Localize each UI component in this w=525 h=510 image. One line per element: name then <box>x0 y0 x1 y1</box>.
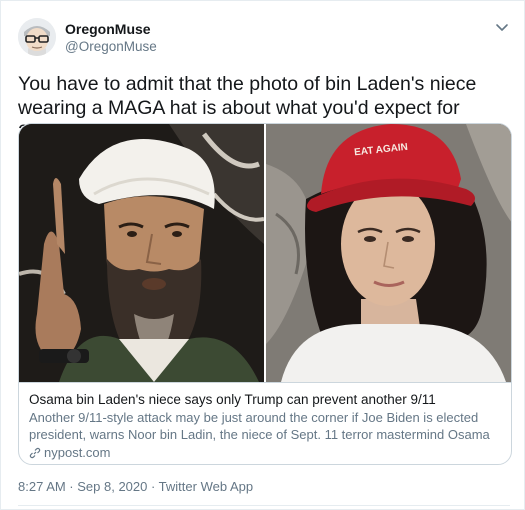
photo-woman-red-hat: EAT AGAIN <box>266 124 511 382</box>
card-info[interactable]: Osama bin Laden's niece says only Trump … <box>19 382 511 464</box>
link-icon <box>29 447 41 458</box>
user-handle[interactable]: @OregonMuse <box>65 39 157 54</box>
tweet-timestamp[interactable]: 8:27 AM · Sep 8, 2020 · Twitter Web App <box>18 479 253 494</box>
divider <box>18 505 510 506</box>
card-description: Another 9/11-style attack may be just ar… <box>29 410 490 442</box>
card-media[interactable]: EAT AGAIN <box>19 124 511 382</box>
avatar-image <box>18 18 56 56</box>
link-card[interactable]: EAT AGAIN Osama bin Laden's niece says o… <box>18 123 512 465</box>
card-domain[interactable]: nypost.com <box>29 444 503 461</box>
chevron-down-icon[interactable] <box>494 19 510 35</box>
card-title[interactable]: Osama bin Laden's niece says only Trump … <box>29 391 503 408</box>
card-domain-text[interactable]: nypost.com <box>44 444 110 461</box>
photo-man-turban <box>19 124 264 382</box>
avatar[interactable] <box>18 18 56 56</box>
tweet-container: OregonMuse @OregonMuse You have to admit… <box>0 0 525 510</box>
display-name[interactable]: OregonMuse <box>65 21 151 37</box>
